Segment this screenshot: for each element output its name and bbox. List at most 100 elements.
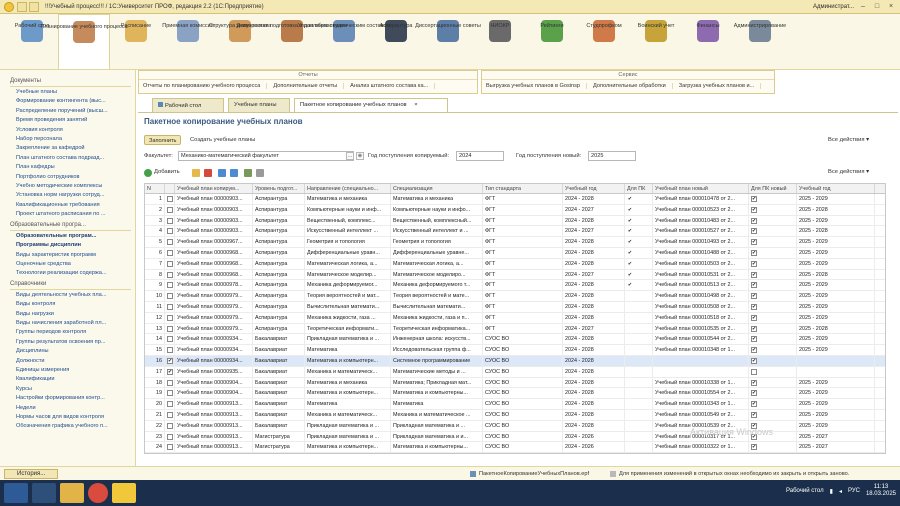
checkbox[interactable]: [627, 423, 633, 429]
file-name[interactable]: ПакетноеКопированиеУчебныхПланов.epf: [479, 471, 589, 477]
checkbox[interactable]: [167, 260, 173, 267]
checkbox[interactable]: [167, 206, 173, 213]
service-link[interactable]: Выгрузка учебных планов в Gosinsp: [486, 83, 588, 89]
checkbox[interactable]: ✔: [751, 217, 757, 224]
checkbox[interactable]: [627, 347, 633, 353]
close-icon[interactable]: ×: [886, 2, 896, 11]
checkbox[interactable]: [627, 434, 633, 440]
checkbox[interactable]: [167, 336, 173, 343]
nav-item[interactable]: Дисциплины: [16, 348, 131, 355]
nav-item[interactable]: Виды контроля: [16, 301, 131, 308]
table-row[interactable]: 6 Учебный план 00000968... Аспирантура Дифф…: [145, 247, 885, 259]
faculty-select-icon[interactable]: …: [346, 152, 354, 160]
all-actions-button[interactable]: Все действия ▾: [828, 137, 869, 143]
nav-item[interactable]: Формирование контингента (выс...: [16, 98, 131, 105]
table-row[interactable]: 3 Учебный план 00000903... Аспирантура Веще…: [145, 215, 885, 227]
checkbox[interactable]: ✔: [751, 357, 757, 364]
network-icon[interactable]: ▮: [830, 488, 833, 495]
service-link[interactable]: Дополнительные обработки: [593, 83, 673, 89]
column-header[interactable]: Специализация: [391, 184, 483, 193]
tab-batch-copy[interactable]: Пакетное копирование учебных планов ×: [294, 98, 448, 112]
checkbox[interactable]: ✔: [751, 325, 757, 332]
checkbox[interactable]: ✔: [751, 196, 757, 202]
section-calendar[interactable]: Расписание: [110, 14, 162, 69]
checkbox[interactable]: [627, 304, 633, 310]
delete-row-icon[interactable]: [204, 169, 212, 177]
copy-year-field[interactable]: 2024: [456, 151, 504, 161]
checkbox[interactable]: [627, 412, 633, 418]
table-row[interactable]: 2 Учебный план 00000903... Аспирантура Комп…: [145, 204, 885, 216]
close-tab-icon[interactable]: ×: [414, 102, 417, 108]
checkbox[interactable]: [627, 380, 633, 386]
checkbox[interactable]: ✔: [751, 347, 757, 354]
checkbox[interactable]: [167, 196, 173, 202]
report-link[interactable]: Отчеты по планированию учебного процесса: [143, 83, 268, 89]
checkbox[interactable]: ✔: [627, 240, 633, 246]
nav-item[interactable]: Технологии реализации содержа...: [16, 270, 131, 277]
column-header[interactable]: Учебный план новый: [653, 184, 749, 193]
nav-item[interactable]: Образовательные програм...: [16, 233, 131, 240]
table-row[interactable]: 11 Учебный план 00000979... Аспирантура Выч…: [145, 301, 885, 313]
column-header[interactable]: Направление (специально...: [305, 184, 391, 193]
table-row[interactable]: 1 Учебный план 00000903... Аспирантура Мате…: [145, 194, 885, 205]
checkbox[interactable]: [167, 401, 173, 408]
checkbox[interactable]: ✔: [751, 239, 757, 246]
section-admission[interactable]: Приемная комиссия: [162, 14, 214, 69]
checkbox[interactable]: [167, 293, 173, 300]
section-desktop[interactable]: Рабочий стол: [6, 14, 58, 69]
copy-row-icon[interactable]: [192, 169, 200, 177]
checkbox[interactable]: [167, 271, 173, 278]
nav-item[interactable]: Портфолио сотрудников: [16, 174, 131, 181]
table-row[interactable]: 22 Учебный план 00000913... Бакалавриат При…: [145, 420, 885, 432]
nav-item[interactable]: Нормы часов для видов контроля: [16, 414, 131, 421]
table-row[interactable]: 17 ✔ Учебный план 00000935... Бакалавриат Ме…: [145, 366, 885, 378]
checkbox[interactable]: [627, 390, 633, 396]
checkbox[interactable]: [167, 303, 173, 310]
faculty-field[interactable]: Механико-математический факультет: [178, 151, 354, 161]
checkbox[interactable]: [751, 368, 757, 375]
checkbox[interactable]: ✔: [751, 303, 757, 310]
checkbox[interactable]: ✔: [751, 444, 757, 451]
nav-item[interactable]: Установка норм нагрузки сотруд...: [16, 192, 131, 199]
chrome-icon[interactable]: [88, 483, 108, 503]
column-header[interactable]: N: [145, 184, 165, 193]
nav-item[interactable]: Проект штатного расписания по ...: [16, 211, 131, 218]
checkbox[interactable]: [167, 347, 173, 354]
column-header[interactable]: Тип стандарта: [483, 184, 563, 193]
checkbox[interactable]: [167, 379, 173, 386]
nav-item[interactable]: Набор персонала: [16, 136, 131, 143]
nav-item[interactable]: Закрепление за кафедрой: [16, 145, 131, 152]
checkbox[interactable]: [627, 315, 633, 321]
checkbox[interactable]: [167, 390, 173, 397]
section-council[interactable]: Диссертационные советы: [415, 14, 481, 69]
checkbox[interactable]: ✔: [751, 379, 757, 386]
nav-item[interactable]: Настройки формирования контр...: [16, 395, 131, 402]
checkbox[interactable]: [627, 369, 633, 375]
checkbox[interactable]: ✔: [627, 197, 633, 203]
table-row[interactable]: 10 Учебный план 00000979... Аспирантура Тео…: [145, 291, 885, 302]
create-plans-button[interactable]: Создать учебные планы: [190, 137, 255, 143]
checkbox[interactable]: ✔: [627, 207, 633, 214]
history-button[interactable]: История...: [4, 469, 59, 479]
section-union[interactable]: Студпрофком: [578, 14, 630, 69]
column-header[interactable]: Учебный год: [797, 184, 875, 193]
back-icon[interactable]: [17, 1, 27, 12]
checkbox[interactable]: ✔: [627, 229, 633, 235]
new-year-field[interactable]: 2025: [588, 151, 636, 161]
table-row[interactable]: 8 Учебный план 00000968... Аспирантура Мате…: [145, 269, 885, 281]
section-rating[interactable]: Рейтинги: [526, 14, 578, 69]
report-link[interactable]: Анализ штатного состава ка...: [350, 83, 436, 89]
nav-item[interactable]: Распределение поручений (высш...: [16, 108, 131, 115]
move-down-icon[interactable]: [230, 169, 238, 177]
checkbox[interactable]: ✔: [751, 390, 757, 397]
minimize-icon[interactable]: –: [858, 2, 868, 11]
nav-item[interactable]: План штатного состава подразд...: [16, 155, 131, 162]
nav-item[interactable]: Курсы: [16, 386, 131, 393]
windows-start-icon[interactable]: [4, 483, 28, 503]
section-planning[interactable]: Планирование учебного процесса: [40, 14, 128, 69]
nav-item[interactable]: Время проведения занятий: [16, 117, 131, 124]
add-icon[interactable]: [144, 169, 152, 177]
faculty-open-icon[interactable]: ⊕: [356, 152, 364, 160]
user-name[interactable]: Администрат...: [813, 4, 854, 10]
table-row[interactable]: 20 Учебный план 00000913... Бакалавриат Мат…: [145, 399, 885, 410]
